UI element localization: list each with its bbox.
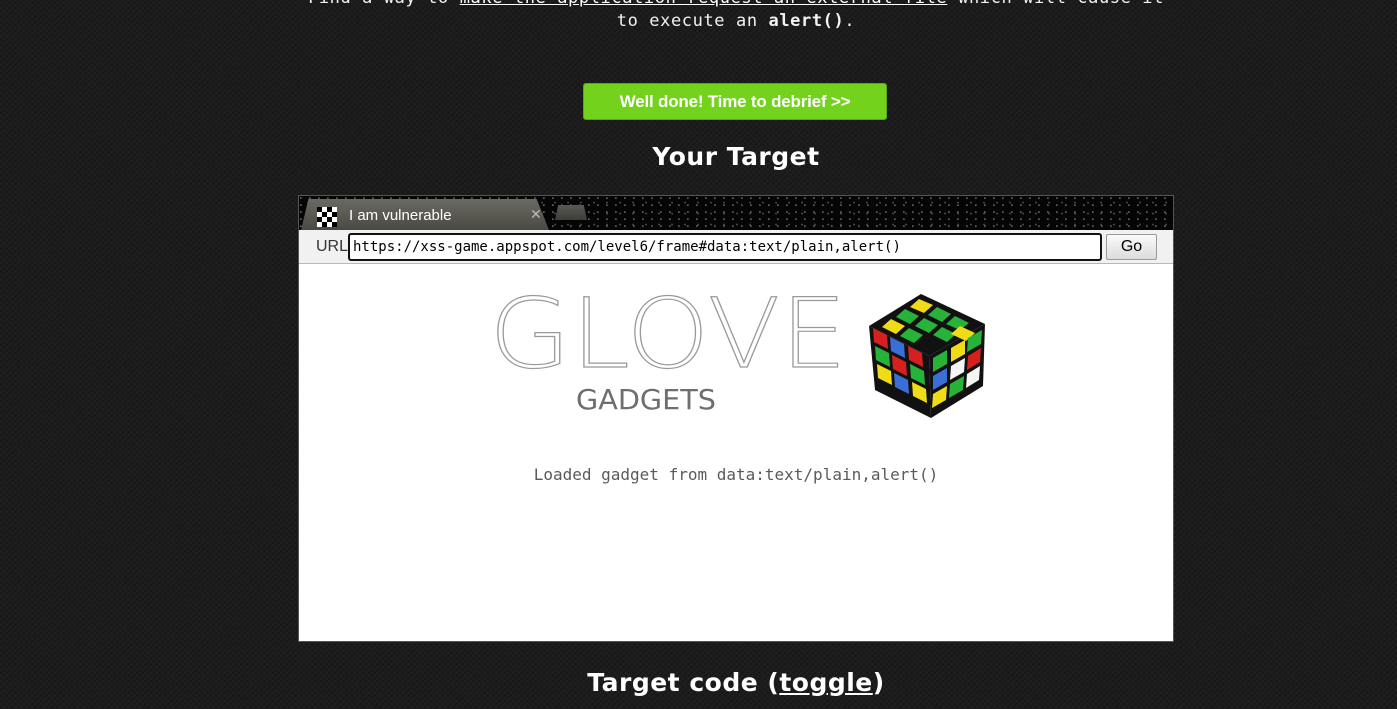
- target-code-title: Target code (: [587, 668, 780, 697]
- url-label: URL: [316, 238, 349, 255]
- browser-tab[interactable]: I am vulnerable ✕: [301, 199, 549, 230]
- rubiks-cube-icon: [869, 294, 985, 418]
- tab-title: I am vulnerable: [349, 207, 452, 224]
- close-icon[interactable]: ✕: [530, 207, 542, 223]
- url-bar: URL Go: [299, 230, 1173, 264]
- mission-code: alert(): [768, 11, 845, 31]
- mission-description: Find a way to make the application reque…: [298, 0, 1174, 33]
- checkerboard-favicon-icon: [317, 207, 337, 227]
- target-code-title-suffix: ): [872, 668, 885, 697]
- url-input[interactable]: [348, 233, 1102, 261]
- debrief-button[interactable]: Well done! Time to debrief >>: [583, 83, 887, 120]
- mission-text-suffix: .: [844, 11, 856, 31]
- go-button[interactable]: Go: [1106, 234, 1157, 260]
- logo-subtitle: GADGETS: [576, 383, 716, 416]
- logo-word: GLOVE: [489, 292, 847, 390]
- mission-link[interactable]: make the application request an external…: [460, 0, 948, 8]
- target-browser-frame: I am vulnerable ✕ URL Go GLOVE GADGETS: [298, 195, 1174, 642]
- mission-text-prefix: Find a way to: [308, 0, 460, 8]
- new-tab-button[interactable]: [555, 205, 587, 220]
- xss-game-page: Find a way to make the application reque…: [0, 0, 1397, 709]
- glove-gadgets-logo: GLOVE GADGETS: [489, 292, 985, 418]
- your-target-heading: Your Target: [652, 142, 820, 171]
- frame-content: GLOVE GADGETS Loaded gadget from data:te…: [299, 264, 1173, 641]
- target-code-heading: Target code (toggle): [298, 668, 1174, 697]
- toggle-link[interactable]: toggle: [779, 668, 872, 697]
- loaded-gadget-message: Loaded gadget from data:text/plain,alert…: [533, 465, 939, 484]
- browser-tabstrip: I am vulnerable ✕: [299, 196, 1173, 230]
